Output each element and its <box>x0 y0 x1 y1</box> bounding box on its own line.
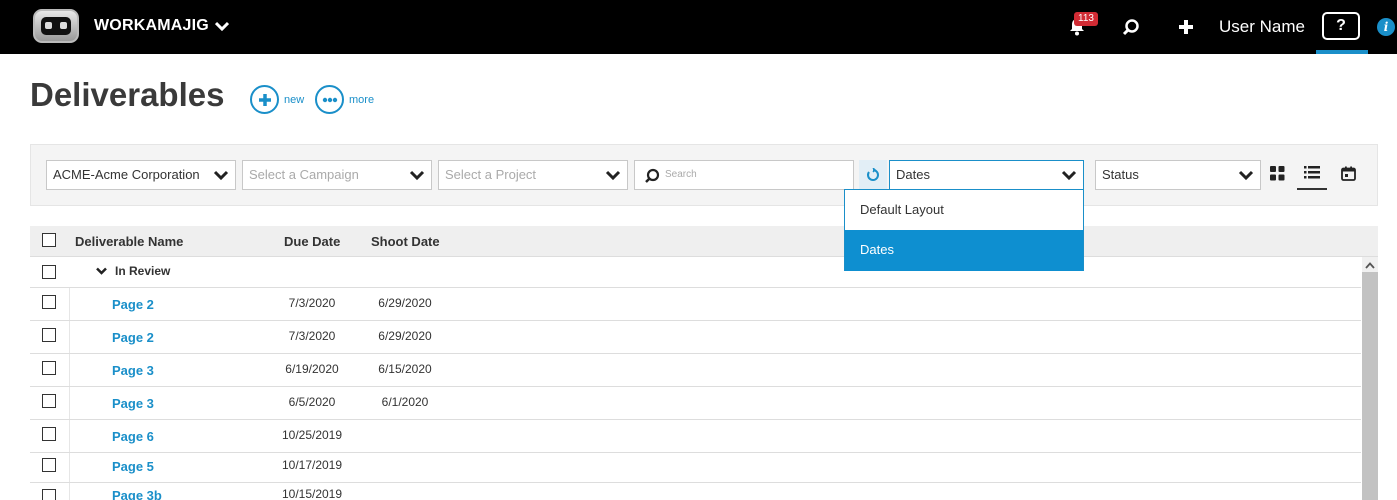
group-label: In Review <box>115 264 171 278</box>
brand-menu[interactable]: WORKAMAJIG <box>94 17 229 35</box>
shoot-date: 6/29/2020 <box>378 329 432 343</box>
table-header: Deliverable Name Due Date Shoot Date <box>30 226 1378 257</box>
search-input[interactable]: Search <box>634 160 854 190</box>
list-view-active-indicator <box>1297 188 1327 190</box>
deliverable-link[interactable]: Page 3 <box>112 363 154 378</box>
user-menu[interactable]: User Name <box>1219 17 1305 37</box>
select-all-checkbox[interactable] <box>42 233 56 247</box>
grid-view-icon[interactable] <box>1270 166 1285 181</box>
project-select[interactable]: Select a Project <box>438 160 628 190</box>
search-icon <box>645 168 660 183</box>
new-button[interactable]: new <box>250 85 304 114</box>
table-row: Page 2 7/3/2020 6/29/2020 <box>30 288 1361 321</box>
help-button[interactable]: ? <box>1322 12 1360 40</box>
row-checkbox[interactable] <box>42 427 56 441</box>
shoot-date: 6/1/2020 <box>381 395 429 409</box>
search-icon[interactable] <box>1122 18 1140 36</box>
deliverable-link[interactable]: Page 6 <box>112 429 154 444</box>
ellipsis-icon <box>322 97 337 102</box>
row-checkbox[interactable] <box>42 458 56 472</box>
page-title: Deliverables <box>30 76 225 113</box>
row-checkbox[interactable] <box>42 328 56 342</box>
group-checkbox[interactable] <box>42 265 56 279</box>
due-date: 10/25/2019 <box>281 428 343 442</box>
table-row: Page 2 7/3/2020 6/29/2020 <box>30 321 1361 354</box>
refresh-icon <box>867 168 879 181</box>
due-date: 10/17/2019 <box>281 458 343 472</box>
table-row: Page 3 6/5/2020 6/1/2020 <box>30 387 1361 420</box>
plus-circle-icon <box>258 93 271 106</box>
chevron-down-icon <box>213 170 229 181</box>
column-header-name[interactable]: Deliverable Name <box>75 234 183 249</box>
chevron-down-icon <box>96 267 107 275</box>
help-active-indicator <box>1316 50 1368 54</box>
calendar-view-icon[interactable] <box>1341 166 1356 181</box>
layout-select[interactable]: Dates <box>889 160 1084 190</box>
chevron-down-icon <box>605 170 621 181</box>
more-button[interactable]: more <box>315 85 374 114</box>
chevron-down-icon <box>409 170 425 181</box>
due-date: 10/15/2019 <box>281 487 343 500</box>
chevron-down-icon <box>1061 170 1077 181</box>
deliverable-link[interactable]: Page 2 <box>112 330 154 345</box>
due-date: 6/19/2020 <box>285 362 339 376</box>
group-row: In Review <box>30 257 1361 288</box>
shoot-date: 6/29/2020 <box>378 296 432 310</box>
due-date: 6/5/2020 <box>288 395 336 409</box>
table-row: Page 3b 10/15/2019 <box>30 483 1361 500</box>
table-row: Page 5 10/17/2019 <box>30 453 1361 483</box>
row-checkbox[interactable] <box>42 295 56 309</box>
notification-badge: 113 <box>1074 12 1098 26</box>
column-header-due-date[interactable]: Due Date <box>284 234 340 249</box>
row-checkbox[interactable] <box>42 394 56 408</box>
chevron-down-icon <box>214 21 229 31</box>
chevron-down-icon <box>1238 170 1254 181</box>
due-date: 7/3/2020 <box>288 329 336 343</box>
table-row: Page 6 10/25/2019 <box>30 420 1361 453</box>
filter-bar: ACME-Acme Corporation Select a Campaign … <box>30 144 1378 206</box>
status-select[interactable]: Status <box>1095 160 1261 190</box>
refresh-button[interactable] <box>859 160 887 190</box>
app-logo-icon[interactable] <box>33 9 79 43</box>
list-view-icon[interactable] <box>1304 165 1320 180</box>
deliverable-link[interactable]: Page 5 <box>112 459 154 474</box>
row-checkbox[interactable] <box>42 489 56 500</box>
more-label: more <box>349 93 375 106</box>
group-toggle[interactable]: In Review <box>96 264 170 278</box>
info-icon[interactable]: i <box>1377 18 1395 36</box>
scroll-up-icon[interactable] <box>1365 262 1375 269</box>
campaign-select[interactable]: Select a Campaign <box>242 160 432 190</box>
project-select-placeholder: Select a Project <box>445 167 537 182</box>
company-select[interactable]: ACME-Acme Corporation <box>46 160 236 190</box>
row-checkbox[interactable] <box>42 361 56 375</box>
top-bar: WORKAMAJIG 113 User Name ? i <box>0 0 1397 54</box>
plus-icon[interactable] <box>1177 18 1195 36</box>
status-select-value: Status <box>1102 167 1139 182</box>
shoot-date: 6/15/2020 <box>378 362 432 376</box>
layout-dropdown-menu: Default Layout Dates <box>844 189 1084 271</box>
deliverable-link[interactable]: Page 3 <box>112 396 154 411</box>
new-label: new <box>284 93 305 106</box>
brand-label: WORKAMAJIG <box>94 17 209 34</box>
deliverable-link[interactable]: Page 3b <box>112 488 162 500</box>
company-select-value: ACME-Acme Corporation <box>53 167 200 182</box>
table-row: Page 3 6/19/2020 6/15/2020 <box>30 354 1361 387</box>
layout-option-default[interactable]: Default Layout <box>845 190 1083 230</box>
column-header-shoot-date[interactable]: Shoot Date <box>371 234 440 249</box>
campaign-select-placeholder: Select a Campaign <box>249 167 359 182</box>
search-placeholder: Search <box>665 169 697 180</box>
scrollbar-thumb[interactable] <box>1362 272 1378 500</box>
layout-select-value: Dates <box>896 167 930 182</box>
due-date: 7/3/2020 <box>288 296 336 310</box>
deliverable-link[interactable]: Page 2 <box>112 297 154 312</box>
layout-option-dates[interactable]: Dates <box>845 230 1083 271</box>
